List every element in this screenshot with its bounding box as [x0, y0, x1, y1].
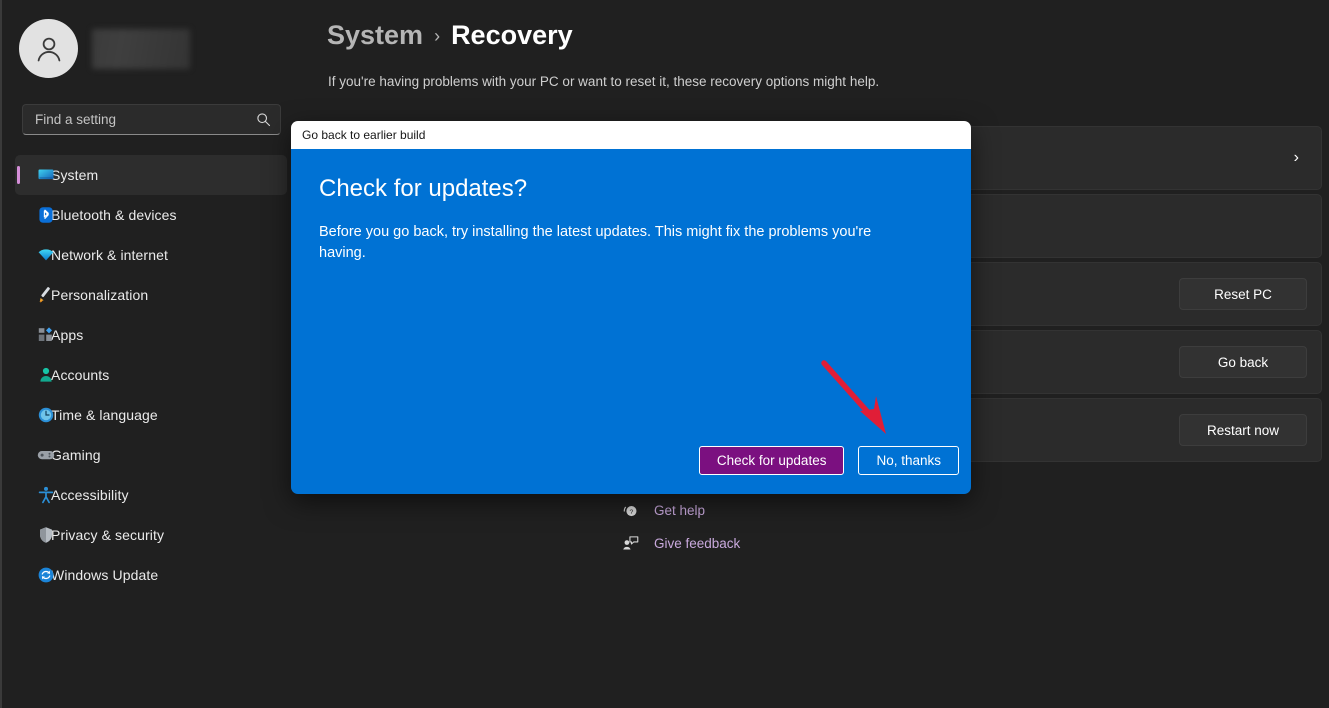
check-for-updates-button[interactable]: Check for updates — [699, 446, 845, 475]
sidebar-nav: System Bluetooth & devices — [15, 155, 287, 595]
dialog-body: Check for updates? Before you go back, t… — [291, 149, 971, 494]
dialog-message: Before you go back, try installing the l… — [319, 222, 899, 263]
breadcrumb: System › Recovery — [327, 20, 573, 51]
give-feedback-link[interactable]: Give feedback — [612, 527, 1012, 560]
page-subtitle: If you're having problems with your PC o… — [328, 74, 879, 89]
sidebar-item-bluetooth-devices[interactable]: Bluetooth & devices — [15, 195, 287, 235]
person-avatar-icon — [32, 32, 66, 66]
sidebar-item-label: Privacy & security — [51, 527, 164, 543]
get-help-icon: ? — [620, 501, 640, 521]
get-help-link[interactable]: ? Get help — [612, 494, 1012, 527]
search-input[interactable] — [35, 112, 256, 127]
apps-grid-icon — [37, 326, 55, 344]
sidebar-item-label: Bluetooth & devices — [51, 207, 177, 223]
breadcrumb-parent[interactable]: System — [327, 20, 423, 51]
sidebar-item-label: Network & internet — [51, 247, 168, 263]
sidebar-item-label: Time & language — [51, 407, 158, 423]
person-icon — [37, 366, 55, 384]
search-box[interactable] — [22, 104, 281, 135]
help-links: ? Get help Give feedback — [612, 494, 1012, 560]
sidebar-item-personalization[interactable]: Personalization — [15, 275, 287, 315]
account-name-redacted — [92, 29, 190, 69]
sidebar: System Bluetooth & devices — [2, 0, 290, 708]
accessibility-icon — [37, 486, 55, 504]
get-help-label: Get help — [654, 503, 705, 518]
sidebar-item-network-internet[interactable]: Network & internet — [15, 235, 287, 275]
clock-icon — [37, 406, 55, 424]
search-icon[interactable] — [256, 112, 271, 127]
sidebar-item-label: Accounts — [51, 367, 109, 383]
sidebar-item-label: Accessibility — [51, 487, 129, 503]
sidebar-item-accessibility[interactable]: Accessibility — [15, 475, 287, 515]
reset-pc-button[interactable]: Reset PC — [1179, 278, 1307, 310]
svg-text:?: ? — [629, 509, 633, 516]
dialog-actions: Check for updates No, thanks — [699, 446, 959, 475]
chevron-right-icon: › — [434, 26, 440, 47]
sidebar-item-accounts[interactable]: Accounts — [15, 355, 287, 395]
page-title: Recovery — [451, 20, 573, 51]
sidebar-item-gaming[interactable]: Gaming — [15, 435, 287, 475]
wifi-icon — [37, 246, 55, 264]
sidebar-item-label: System — [51, 167, 98, 183]
gamepad-icon — [37, 446, 55, 464]
sidebar-item-label: Apps — [51, 327, 83, 343]
avatar[interactable] — [19, 19, 78, 78]
sidebar-item-apps[interactable]: Apps — [15, 315, 287, 355]
go-back-button[interactable]: Go back — [1179, 346, 1307, 378]
give-feedback-label: Give feedback — [654, 536, 740, 551]
sidebar-item-label: Windows Update — [51, 567, 158, 583]
restart-now-button[interactable]: Restart now — [1179, 414, 1307, 446]
dialog-heading: Check for updates? — [319, 175, 943, 203]
account-header[interactable] — [19, 19, 190, 78]
dialog-title: Go back to earlier build — [302, 128, 425, 142]
bluetooth-icon — [37, 206, 55, 224]
sidebar-item-time-language[interactable]: Time & language — [15, 395, 287, 435]
update-refresh-icon — [37, 566, 55, 584]
chevron-right-icon[interactable]: › — [1294, 150, 1299, 166]
sidebar-item-label: Gaming — [51, 447, 101, 463]
sidebar-item-windows-update[interactable]: Windows Update — [15, 555, 287, 595]
no-thanks-button[interactable]: No, thanks — [858, 446, 959, 475]
feedback-icon — [620, 534, 640, 554]
go-back-dialog: Go back to earlier build Check for updat… — [291, 121, 971, 494]
shield-icon — [37, 526, 55, 544]
sidebar-item-privacy-security[interactable]: Privacy & security — [15, 515, 287, 555]
monitor-icon — [37, 166, 55, 184]
settings-window: System Bluetooth & devices — [0, 0, 1329, 708]
dialog-title-bar: Go back to earlier build — [291, 121, 971, 149]
paintbrush-icon — [37, 286, 55, 304]
sidebar-item-label: Personalization — [51, 287, 148, 303]
sidebar-item-system[interactable]: System — [15, 155, 287, 195]
